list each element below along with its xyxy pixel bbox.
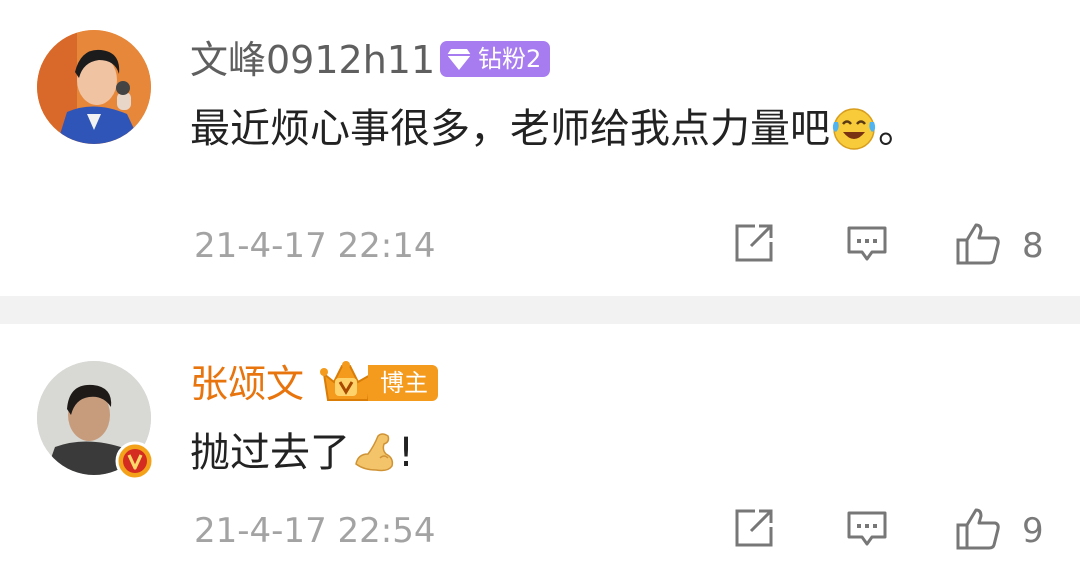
like-count: 8 xyxy=(1022,226,1044,266)
verified-icon xyxy=(115,441,155,481)
comment-card: 文峰0912h11 钻粉2 最近烦心事很多，老师给我点力量吧 。 21-4-17… xyxy=(0,0,1080,296)
flexed-biceps-emoji xyxy=(355,433,394,472)
timestamp: 21-4-17 22:54 xyxy=(194,511,436,551)
comment-icon[interactable] xyxy=(846,507,888,549)
comment-text-suffix: 。 xyxy=(878,106,918,152)
comment-divider xyxy=(0,296,1080,324)
diamond-icon xyxy=(447,49,471,70)
like-count: 9 xyxy=(1022,511,1044,551)
username[interactable]: 文峰0912h11 xyxy=(190,38,435,82)
comment-text: 最近烦心事很多，老师给我点力量吧 。 xyxy=(190,104,918,154)
comment-text: 抛过去了 ! xyxy=(190,428,414,478)
thumbs-up-icon[interactable] xyxy=(955,222,1001,266)
comment-text-suffix: ! xyxy=(398,430,415,476)
share-icon[interactable] xyxy=(733,222,775,264)
username[interactable]: 张颂文 xyxy=(190,362,304,406)
avatar[interactable] xyxy=(37,361,155,481)
fan-badge[interactable]: 钻粉2 xyxy=(440,41,551,77)
comment-icon[interactable] xyxy=(846,222,888,264)
share-icon[interactable] xyxy=(733,507,775,549)
comment-card: 张颂文 博主 抛过去了 ! 21-4-17 22:54 9 xyxy=(0,324,1080,578)
thumbs-up-icon[interactable] xyxy=(955,507,1001,551)
blogger-badge[interactable]: 博主 xyxy=(320,360,438,406)
timestamp: 21-4-17 22:14 xyxy=(194,226,436,266)
blogger-badge-label: 博主 xyxy=(368,365,438,401)
comment-text-body: 最近烦心事很多，老师给我点力量吧 xyxy=(190,106,830,152)
laugh-cry-emoji xyxy=(832,108,876,150)
fan-badge-label: 钻粉2 xyxy=(478,45,542,73)
comment-text-body: 抛过去了 xyxy=(190,430,350,476)
avatar[interactable] xyxy=(37,30,151,144)
